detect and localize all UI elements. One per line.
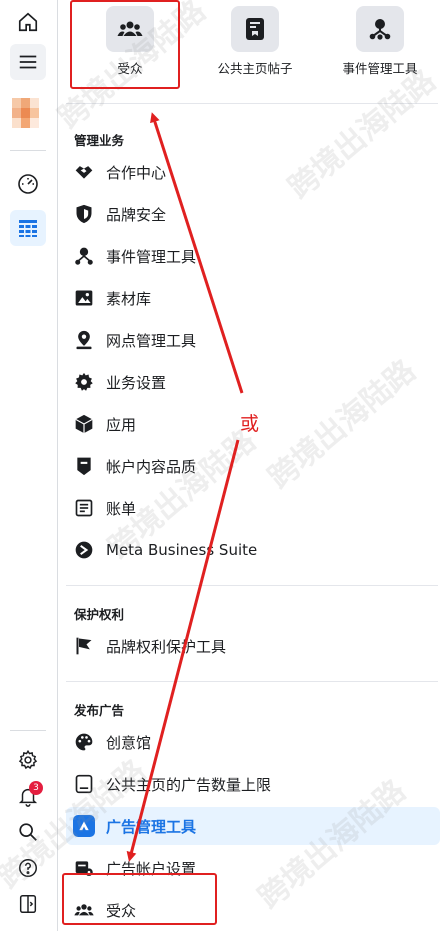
shield-icon	[72, 202, 96, 226]
tool-tile-events-manager[interactable]: 事件管理工具	[320, 4, 440, 84]
menu-item-brand-rights-protection[interactable]: 品牌权利保护工具	[66, 627, 440, 665]
rail-divider	[10, 730, 46, 731]
menu-item-partnership-center[interactable]: 合作中心	[66, 153, 440, 191]
menu-item-label: 合作中心	[106, 163, 167, 182]
menu-item-page-ad-limit[interactable]: 公共主页的广告数量上限	[66, 765, 440, 803]
gear-icon	[72, 370, 96, 394]
menu-item-label: 素材库	[106, 289, 152, 308]
cube-icon	[72, 412, 96, 436]
settings-gear-icon[interactable]	[10, 742, 46, 778]
tool-tile-page-posts[interactable]: 公共主页帖子	[195, 4, 315, 84]
menu-item-account-quality[interactable]: 帐户内容品质	[66, 447, 440, 485]
events-manager-icon	[72, 244, 96, 268]
flag-icon	[72, 634, 96, 658]
section-title-protect-rights: 保护权利	[74, 607, 125, 622]
menu-item-ads-manager[interactable]: 广告管理工具	[66, 807, 440, 845]
search-icon[interactable]	[10, 814, 46, 850]
business-suite-icon	[72, 538, 96, 562]
collapse-panel-icon[interactable]	[10, 886, 46, 922]
billing-icon	[72, 496, 96, 520]
menu-item-brand-safety[interactable]: 品牌安全	[66, 195, 440, 233]
tool-tile-label: 公共主页帖子	[217, 61, 293, 76]
section-title-manage-business: 管理业务	[74, 133, 125, 148]
menu-item-label: 账单	[106, 499, 137, 518]
all-tools-panel: 受众 公共主页帖子 事件管理工具 管理业务 合作中心 品牌安全 事件管理工具 素…	[58, 0, 446, 931]
gauge-icon[interactable]	[10, 166, 46, 202]
tablet-icon	[72, 772, 96, 796]
menu-icon[interactable]	[10, 44, 46, 80]
section-divider	[66, 103, 438, 104]
menu-item-label: 品牌安全	[106, 205, 167, 224]
menu-item-events-manager[interactable]: 事件管理工具	[66, 237, 440, 275]
page-posts-icon	[231, 6, 279, 52]
menu-item-media-library[interactable]: 素材库	[66, 279, 440, 317]
menu-item-business-settings[interactable]: 业务设置	[66, 363, 440, 401]
left-rail: 3	[0, 0, 58, 931]
menu-item-label: 创意馆	[106, 733, 152, 752]
menu-item-label: 品牌权利保护工具	[106, 637, 227, 656]
menu-item-label: 帐户内容品质	[106, 457, 197, 476]
annotation-or-label: 或	[240, 413, 260, 435]
menu-item-label: 应用	[106, 415, 137, 434]
handshake-icon	[72, 160, 96, 184]
section-title-advertise: 发布广告	[74, 703, 125, 718]
menu-item-meta-business-suite[interactable]: Meta Business Suite	[66, 531, 440, 569]
avatar[interactable]	[12, 98, 40, 128]
media-library-icon	[72, 286, 96, 310]
menu-item-label: 业务设置	[106, 373, 167, 392]
account-quality-icon	[72, 454, 96, 478]
menu-item-label: 事件管理工具	[106, 247, 197, 266]
rail-divider	[10, 150, 46, 151]
help-icon[interactable]	[10, 850, 46, 886]
section-divider	[66, 681, 438, 682]
menu-item-label: Meta Business Suite	[106, 541, 258, 559]
menu-item-label: 公共主页的广告数量上限	[106, 775, 272, 794]
ads-manager-icon	[72, 814, 96, 838]
palette-icon	[72, 730, 96, 754]
notification-badge: 3	[29, 781, 43, 795]
highlight-box-bottom	[62, 873, 217, 925]
events-manager-icon	[356, 6, 404, 52]
menu-item-creative-hub[interactable]: 创意馆	[66, 723, 440, 761]
highlight-box-top	[70, 0, 180, 89]
menu-item-label: 网点管理工具	[106, 331, 197, 350]
home-icon[interactable]	[10, 4, 46, 40]
menu-item-label: 广告管理工具	[106, 817, 197, 836]
menu-item-billing[interactable]: 账单	[66, 489, 440, 527]
map-pin-icon	[72, 328, 96, 352]
section-divider	[66, 585, 438, 586]
menu-item-store-locations[interactable]: 网点管理工具	[66, 321, 440, 359]
tool-tile-label: 事件管理工具	[342, 61, 418, 76]
table-icon[interactable]	[10, 210, 46, 246]
